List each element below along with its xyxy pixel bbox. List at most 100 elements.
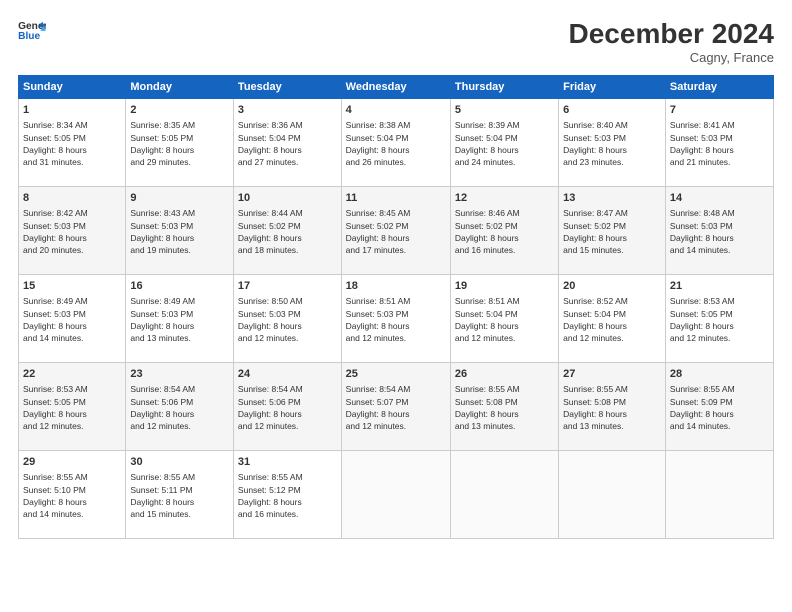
calendar-week-row: 15Sunrise: 8:49 AMSunset: 5:03 PMDayligh… xyxy=(19,275,774,363)
day-number: 10 xyxy=(238,191,337,206)
day-number: 6 xyxy=(563,103,661,118)
month-title: December 2024 xyxy=(569,18,774,50)
day-info: Sunrise: 8:55 AMSunset: 5:10 PMDaylight:… xyxy=(23,471,121,520)
table-row: 27Sunrise: 8:55 AMSunset: 5:08 PMDayligh… xyxy=(559,363,666,451)
day-info: Sunrise: 8:36 AMSunset: 5:04 PMDaylight:… xyxy=(238,119,337,168)
table-row: 14Sunrise: 8:48 AMSunset: 5:03 PMDayligh… xyxy=(665,187,773,275)
day-info: Sunrise: 8:47 AMSunset: 5:02 PMDaylight:… xyxy=(563,207,661,256)
day-info: Sunrise: 8:54 AMSunset: 5:07 PMDaylight:… xyxy=(346,383,446,432)
day-number: 25 xyxy=(346,367,446,382)
day-number: 7 xyxy=(670,103,769,118)
day-info: Sunrise: 8:55 AMSunset: 5:09 PMDaylight:… xyxy=(670,383,769,432)
table-row: 25Sunrise: 8:54 AMSunset: 5:07 PMDayligh… xyxy=(341,363,450,451)
table-row: 20Sunrise: 8:52 AMSunset: 5:04 PMDayligh… xyxy=(559,275,666,363)
table-row: 17Sunrise: 8:50 AMSunset: 5:03 PMDayligh… xyxy=(233,275,341,363)
header-saturday: Saturday xyxy=(665,76,773,99)
day-info: Sunrise: 8:55 AMSunset: 5:11 PMDaylight:… xyxy=(130,471,229,520)
calendar-week-row: 8Sunrise: 8:42 AMSunset: 5:03 PMDaylight… xyxy=(19,187,774,275)
table-row: 10Sunrise: 8:44 AMSunset: 5:02 PMDayligh… xyxy=(233,187,341,275)
table-row: 4Sunrise: 8:38 AMSunset: 5:04 PMDaylight… xyxy=(341,99,450,187)
svg-text:Blue: Blue xyxy=(18,31,40,42)
day-info: Sunrise: 8:53 AMSunset: 5:05 PMDaylight:… xyxy=(23,383,121,432)
table-row xyxy=(665,451,773,539)
table-row: 30Sunrise: 8:55 AMSunset: 5:11 PMDayligh… xyxy=(126,451,234,539)
table-row: 1Sunrise: 8:34 AMSunset: 5:05 PMDaylight… xyxy=(19,99,126,187)
day-number: 14 xyxy=(670,191,769,206)
day-number: 2 xyxy=(130,103,229,118)
table-row: 26Sunrise: 8:55 AMSunset: 5:08 PMDayligh… xyxy=(450,363,558,451)
table-row: 2Sunrise: 8:35 AMSunset: 5:05 PMDaylight… xyxy=(126,99,234,187)
day-info: Sunrise: 8:55 AMSunset: 5:12 PMDaylight:… xyxy=(238,471,337,520)
day-number: 1 xyxy=(23,103,121,118)
table-row: 29Sunrise: 8:55 AMSunset: 5:10 PMDayligh… xyxy=(19,451,126,539)
day-info: Sunrise: 8:43 AMSunset: 5:03 PMDaylight:… xyxy=(130,207,229,256)
day-info: Sunrise: 8:42 AMSunset: 5:03 PMDaylight:… xyxy=(23,207,121,256)
header-wednesday: Wednesday xyxy=(341,76,450,99)
day-info: Sunrise: 8:35 AMSunset: 5:05 PMDaylight:… xyxy=(130,119,229,168)
day-number: 22 xyxy=(23,367,121,382)
day-number: 13 xyxy=(563,191,661,206)
table-row: 11Sunrise: 8:45 AMSunset: 5:02 PMDayligh… xyxy=(341,187,450,275)
table-row: 24Sunrise: 8:54 AMSunset: 5:06 PMDayligh… xyxy=(233,363,341,451)
table-row xyxy=(450,451,558,539)
day-number: 17 xyxy=(238,279,337,294)
calendar-week-row: 22Sunrise: 8:53 AMSunset: 5:05 PMDayligh… xyxy=(19,363,774,451)
table-row: 7Sunrise: 8:41 AMSunset: 5:03 PMDaylight… xyxy=(665,99,773,187)
day-number: 12 xyxy=(455,191,554,206)
logo: General Blue xyxy=(18,18,46,42)
table-row: 9Sunrise: 8:43 AMSunset: 5:03 PMDaylight… xyxy=(126,187,234,275)
header: General Blue December 2024 Cagny, France xyxy=(18,18,774,65)
day-number: 4 xyxy=(346,103,446,118)
day-info: Sunrise: 8:49 AMSunset: 5:03 PMDaylight:… xyxy=(23,295,121,344)
day-info: Sunrise: 8:55 AMSunset: 5:08 PMDaylight:… xyxy=(563,383,661,432)
day-number: 31 xyxy=(238,455,337,470)
day-info: Sunrise: 8:38 AMSunset: 5:04 PMDaylight:… xyxy=(346,119,446,168)
day-info: Sunrise: 8:45 AMSunset: 5:02 PMDaylight:… xyxy=(346,207,446,256)
day-number: 18 xyxy=(346,279,446,294)
table-row: 3Sunrise: 8:36 AMSunset: 5:04 PMDaylight… xyxy=(233,99,341,187)
header-thursday: Thursday xyxy=(450,76,558,99)
day-info: Sunrise: 8:46 AMSunset: 5:02 PMDaylight:… xyxy=(455,207,554,256)
day-number: 5 xyxy=(455,103,554,118)
table-row: 23Sunrise: 8:54 AMSunset: 5:06 PMDayligh… xyxy=(126,363,234,451)
day-info: Sunrise: 8:54 AMSunset: 5:06 PMDaylight:… xyxy=(130,383,229,432)
table-row: 5Sunrise: 8:39 AMSunset: 5:04 PMDaylight… xyxy=(450,99,558,187)
day-info: Sunrise: 8:41 AMSunset: 5:03 PMDaylight:… xyxy=(670,119,769,168)
header-tuesday: Tuesday xyxy=(233,76,341,99)
day-number: 26 xyxy=(455,367,554,382)
day-number: 20 xyxy=(563,279,661,294)
table-row: 19Sunrise: 8:51 AMSunset: 5:04 PMDayligh… xyxy=(450,275,558,363)
calendar: Sunday Monday Tuesday Wednesday Thursday… xyxy=(18,75,774,539)
title-block: December 2024 Cagny, France xyxy=(569,18,774,65)
day-info: Sunrise: 8:51 AMSunset: 5:04 PMDaylight:… xyxy=(455,295,554,344)
day-info: Sunrise: 8:48 AMSunset: 5:03 PMDaylight:… xyxy=(670,207,769,256)
page: General Blue December 2024 Cagny, France… xyxy=(0,0,792,612)
day-number: 15 xyxy=(23,279,121,294)
table-row: 15Sunrise: 8:49 AMSunset: 5:03 PMDayligh… xyxy=(19,275,126,363)
table-row: 28Sunrise: 8:55 AMSunset: 5:09 PMDayligh… xyxy=(665,363,773,451)
day-number: 23 xyxy=(130,367,229,382)
logo-icon: General Blue xyxy=(18,18,46,42)
table-row: 8Sunrise: 8:42 AMSunset: 5:03 PMDaylight… xyxy=(19,187,126,275)
header-friday: Friday xyxy=(559,76,666,99)
table-row: 18Sunrise: 8:51 AMSunset: 5:03 PMDayligh… xyxy=(341,275,450,363)
table-row: 6Sunrise: 8:40 AMSunset: 5:03 PMDaylight… xyxy=(559,99,666,187)
day-number: 28 xyxy=(670,367,769,382)
day-info: Sunrise: 8:50 AMSunset: 5:03 PMDaylight:… xyxy=(238,295,337,344)
table-row: 12Sunrise: 8:46 AMSunset: 5:02 PMDayligh… xyxy=(450,187,558,275)
day-info: Sunrise: 8:52 AMSunset: 5:04 PMDaylight:… xyxy=(563,295,661,344)
day-info: Sunrise: 8:34 AMSunset: 5:05 PMDaylight:… xyxy=(23,119,121,168)
day-number: 27 xyxy=(563,367,661,382)
day-info: Sunrise: 8:40 AMSunset: 5:03 PMDaylight:… xyxy=(563,119,661,168)
day-number: 30 xyxy=(130,455,229,470)
table-row: 13Sunrise: 8:47 AMSunset: 5:02 PMDayligh… xyxy=(559,187,666,275)
calendar-week-row: 1Sunrise: 8:34 AMSunset: 5:05 PMDaylight… xyxy=(19,99,774,187)
day-number: 24 xyxy=(238,367,337,382)
day-info: Sunrise: 8:54 AMSunset: 5:06 PMDaylight:… xyxy=(238,383,337,432)
day-info: Sunrise: 8:39 AMSunset: 5:04 PMDaylight:… xyxy=(455,119,554,168)
table-row: 21Sunrise: 8:53 AMSunset: 5:05 PMDayligh… xyxy=(665,275,773,363)
day-info: Sunrise: 8:49 AMSunset: 5:03 PMDaylight:… xyxy=(130,295,229,344)
day-number: 29 xyxy=(23,455,121,470)
day-info: Sunrise: 8:53 AMSunset: 5:05 PMDaylight:… xyxy=(670,295,769,344)
day-number: 9 xyxy=(130,191,229,206)
